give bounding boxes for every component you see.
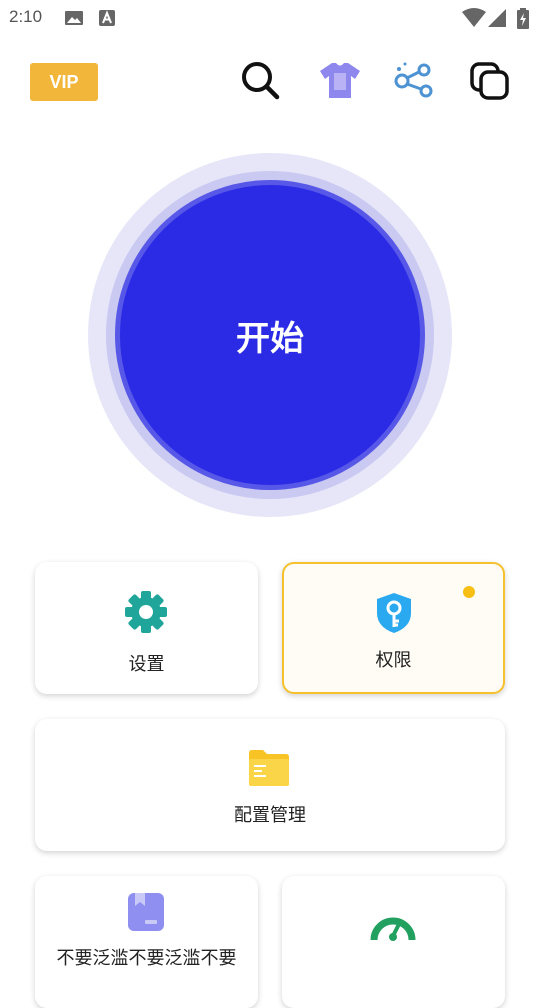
wifi-icon <box>462 8 486 32</box>
battery-charging-icon <box>516 8 530 34</box>
shield-key-icon <box>377 593 411 633</box>
config-management-card[interactable]: 配置管理 <box>35 719 505 851</box>
config-management-label: 配置管理 <box>234 805 306 826</box>
start-button[interactable]: 开始 <box>115 180 425 490</box>
card-4-label: 不要泛滥不要泛滥不要 <box>56 948 237 969</box>
top-bar: VIP <box>0 56 540 108</box>
folder-icon <box>249 750 289 786</box>
bookmark-book-icon <box>128 893 164 931</box>
vip-button[interactable]: VIP <box>30 63 98 101</box>
speedometer-icon <box>370 917 416 941</box>
gear-icon <box>125 591 167 633</box>
permissions-card[interactable]: 权限 <box>282 562 505 694</box>
status-bar: 2:10 <box>0 0 540 36</box>
settings-card[interactable]: 设置 <box>35 562 258 694</box>
permissions-badge-dot <box>463 586 475 598</box>
search-icon[interactable] <box>238 58 282 102</box>
settings-label: 设置 <box>128 654 165 675</box>
card-5[interactable] <box>282 876 505 1008</box>
copy-windows-icon[interactable] <box>468 58 512 102</box>
card-4[interactable]: 不要泛滥不要泛滥不要 <box>35 876 258 1008</box>
permissions-label: 权限 <box>375 650 412 671</box>
cell-signal-icon <box>488 8 508 32</box>
a-notification-icon <box>98 8 116 32</box>
start-button-container: 开始 <box>88 153 452 517</box>
image-notification-icon <box>64 8 84 32</box>
status-time: 2:10 <box>9 7 43 26</box>
tshirt-theme-icon[interactable] <box>318 58 362 102</box>
share-icon[interactable] <box>392 58 436 102</box>
